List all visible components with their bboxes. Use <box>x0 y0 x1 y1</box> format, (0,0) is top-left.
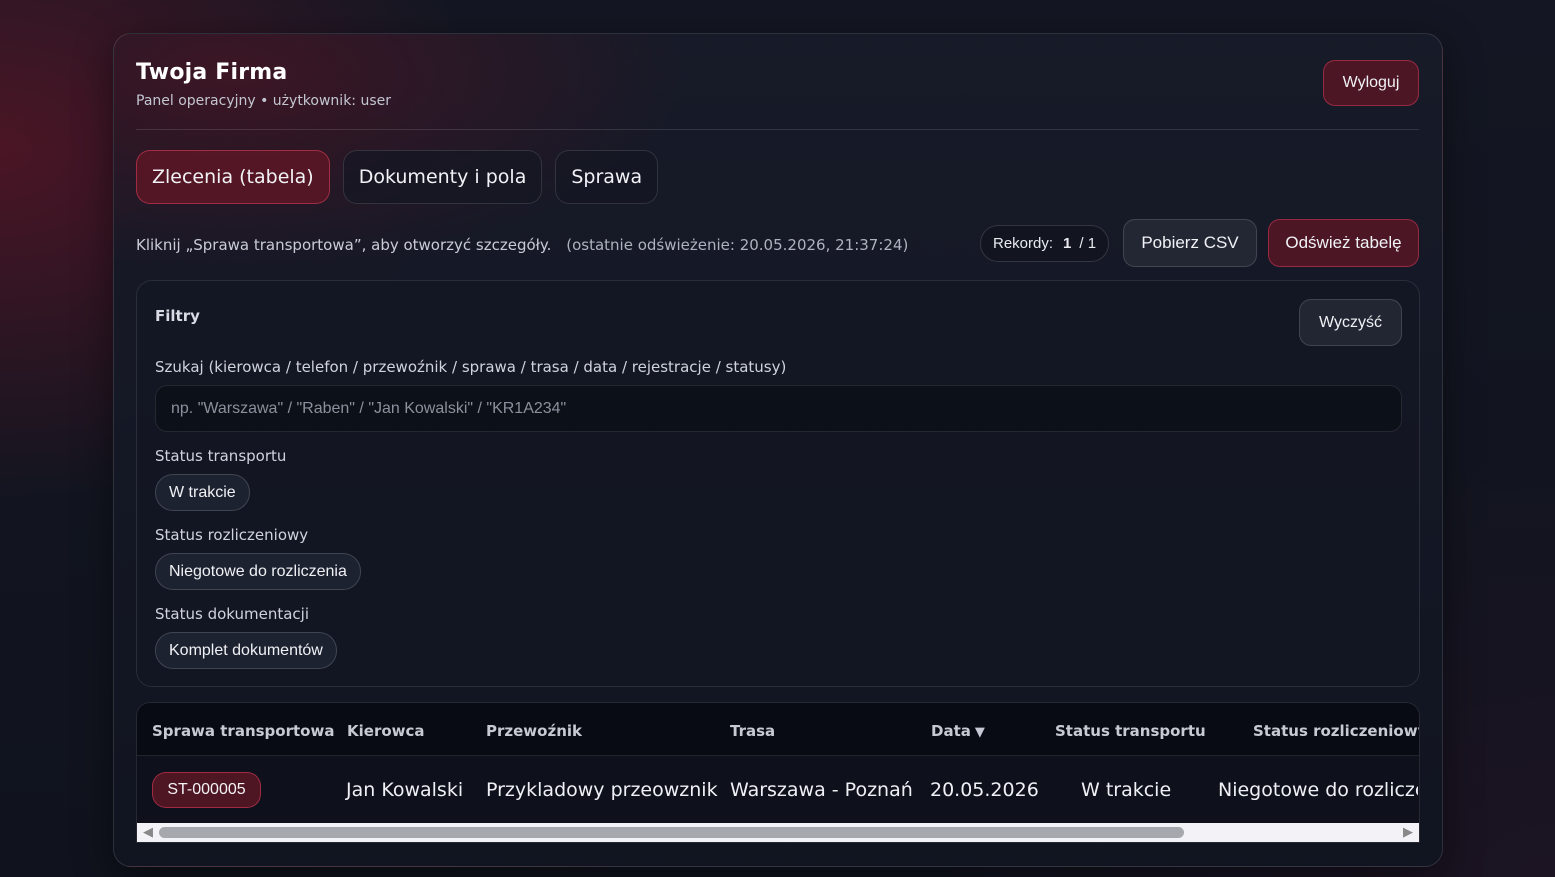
case-link[interactable]: ST-000005 <box>152 772 261 808</box>
horizontal-scrollbar[interactable]: ◀ ▶ <box>137 823 1419 842</box>
column-header-transport-status[interactable]: Status transportu <box>1055 722 1206 740</box>
records-total: / 1 <box>1079 235 1097 252</box>
records-counter: Rekordy: 1 / 1 <box>980 225 1110 262</box>
brand-subtitle: Panel operacyjny • użytkownik: user <box>136 93 392 109</box>
cell-billing-status: Niegotowe do rozliczenia <box>1218 779 1418 801</box>
orders-table: Sprawa transportowa Kierowca Przewoźnik … <box>136 702 1420 843</box>
filters-title: Filtry <box>155 307 200 325</box>
tab-case[interactable]: Sprawa <box>555 150 659 204</box>
scrollbar-thumb[interactable] <box>159 827 1184 838</box>
column-header-date[interactable]: Data ▼ <box>931 722 985 740</box>
tab-documents-fields[interactable]: Dokumenty i pola <box>342 150 543 204</box>
column-header-carrier[interactable]: Przewoźnik <box>486 722 582 740</box>
main-panel: Twoja Firma Panel operacyjny • użytkowni… <box>113 33 1443 867</box>
filters-panel: Filtry Wyczyść Szukaj (kierowca / telefo… <box>136 280 1420 687</box>
table-header: Sprawa transportowa Kierowca Przewoźnik … <box>137 703 1419 756</box>
column-header-date-label: Data <box>931 722 971 740</box>
records-count: 1 <box>1063 235 1072 252</box>
cell-route: Warszawa - Poznań <box>730 779 913 801</box>
cell-carrier: Przykladowy przeowznik <box>486 779 718 801</box>
billing-status-chip[interactable]: Niegotowe do rozliczenia <box>155 553 361 590</box>
cell-driver: Jan Kowalski <box>346 779 464 801</box>
brand-title: Twoja Firma <box>136 60 288 85</box>
cell-transport-status: W trakcie <box>1081 779 1172 801</box>
clear-filters-button[interactable]: Wyczyść <box>1299 299 1402 346</box>
docs-status-label: Status dokumentacji <box>155 605 309 623</box>
column-header-billing-status[interactable]: Status rozliczeniowy <box>1253 722 1419 740</box>
cell-date: 20.05.2026 <box>930 779 1039 801</box>
column-header-route[interactable]: Trasa <box>730 722 775 740</box>
info-hint: Kliknij „Sprawa transportowa”, aby otwor… <box>136 236 552 254</box>
header-divider <box>136 129 1419 130</box>
logout-button[interactable]: Wyloguj <box>1323 60 1419 106</box>
last-refresh: (ostatnie odświeżenie: 20.05.2026, 21:37… <box>566 236 909 254</box>
billing-status-label: Status rozliczeniowy <box>155 526 309 544</box>
docs-status-chip[interactable]: Komplet dokumentów <box>155 632 337 669</box>
sort-desc-icon: ▼ <box>974 725 985 740</box>
search-input[interactable] <box>155 385 1402 432</box>
scroll-left-icon[interactable]: ◀ <box>143 825 153 840</box>
column-header-case[interactable]: Sprawa transportowa <box>152 722 334 740</box>
info-line: Kliknij „Sprawa transportowa”, aby otwor… <box>136 236 908 254</box>
records-label: Rekordy: <box>993 235 1054 252</box>
transport-status-label: Status transportu <box>155 447 287 465</box>
tab-bar: Zlecenia (tabela) Dokumenty i pola Spraw… <box>136 150 659 204</box>
refresh-table-button[interactable]: Odśwież tabelę <box>1268 219 1419 267</box>
column-header-driver[interactable]: Kierowca <box>347 722 425 740</box>
tab-orders-table[interactable]: Zlecenia (tabela) <box>136 150 330 204</box>
transport-status-chip[interactable]: W trakcie <box>155 474 250 511</box>
download-csv-button[interactable]: Pobierz CSV <box>1123 219 1257 267</box>
search-label: Szukaj (kierowca / telefon / przewoźnik … <box>155 358 787 376</box>
scroll-right-icon[interactable]: ▶ <box>1403 825 1413 840</box>
app-header: Twoja Firma Panel operacyjny • użytkowni… <box>136 60 391 109</box>
